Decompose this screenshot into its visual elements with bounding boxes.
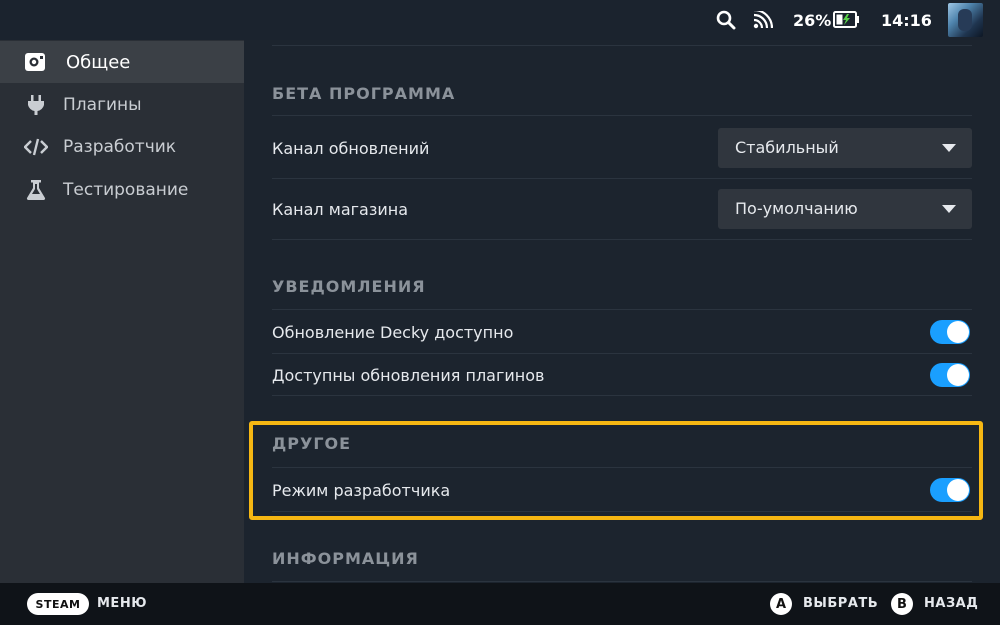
divider	[272, 45, 972, 46]
plugin-updates-toggle[interactable]	[930, 363, 970, 387]
sidebar-item-label: Плагины	[63, 95, 142, 115]
avatar[interactable]	[948, 3, 983, 37]
sidebar: Общее Плагины Разработчик Тестирование	[0, 40, 244, 583]
decky-update-toggle[interactable]	[930, 320, 970, 344]
section-title-info: ИНФОРМАЦИЯ	[272, 549, 419, 568]
wifi-icon	[753, 11, 773, 29]
battery-charging-icon	[833, 11, 859, 28]
sidebar-item-plugins[interactable]: Плагины	[0, 84, 244, 126]
decky-update-label: Обновление Decky доступно	[272, 323, 514, 342]
back-hint: НАЗАД	[924, 596, 979, 611]
status-bar: 26% 14:16	[0, 0, 1000, 40]
code-icon	[24, 136, 48, 158]
sidebar-item-label: Разработчик	[63, 137, 177, 157]
general-icon	[24, 51, 48, 73]
section-title-notifications: УВЕДОМЛЕНИЯ	[272, 277, 426, 296]
update-channel-value: Стабильный	[735, 138, 839, 157]
divider	[272, 353, 972, 354]
plug-icon	[24, 94, 48, 116]
clock: 14:16	[881, 11, 932, 30]
divider	[272, 309, 972, 310]
divider	[272, 239, 972, 240]
update-channel-dropdown[interactable]: Стабильный	[718, 128, 972, 168]
menu-hint: МЕНЮ	[97, 596, 147, 611]
store-channel-label: Канал магазина	[272, 200, 408, 219]
divider	[272, 395, 972, 396]
toggle-knob	[947, 321, 969, 343]
bottom-bar: STEAM МЕНЮ A ВЫБРАТЬ B НАЗАД	[0, 583, 1000, 625]
sidebar-item-developer[interactable]: Разработчик	[0, 126, 244, 168]
battery-percent: 26%	[793, 11, 832, 30]
divider	[272, 178, 972, 179]
steam-button[interactable]: STEAM	[27, 593, 89, 615]
sidebar-item-testing[interactable]: Тестирование	[0, 169, 244, 211]
sidebar-item-general[interactable]: Общее	[0, 41, 244, 83]
b-button-icon[interactable]: B	[891, 593, 913, 615]
search-icon[interactable]	[716, 10, 736, 30]
chevron-down-icon	[942, 144, 956, 152]
select-hint: ВЫБРАТЬ	[803, 596, 879, 611]
a-button-icon[interactable]: A	[770, 593, 792, 615]
section-title-beta: БЕТА ПРОГРАММА	[272, 84, 456, 103]
chevron-down-icon	[942, 205, 956, 213]
divider	[272, 115, 972, 116]
sidebar-item-label: Тестирование	[63, 180, 189, 200]
update-channel-label: Канал обновлений	[272, 139, 430, 158]
toggle-knob	[947, 364, 969, 386]
sidebar-item-label: Общее	[66, 51, 131, 73]
plugin-updates-label: Доступны обновления плагинов	[272, 366, 545, 385]
flask-icon	[24, 179, 48, 201]
store-channel-value: По-умолчанию	[735, 199, 858, 218]
focus-highlight	[249, 421, 983, 520]
store-channel-dropdown[interactable]: По-умолчанию	[718, 189, 972, 229]
divider	[272, 581, 972, 582]
